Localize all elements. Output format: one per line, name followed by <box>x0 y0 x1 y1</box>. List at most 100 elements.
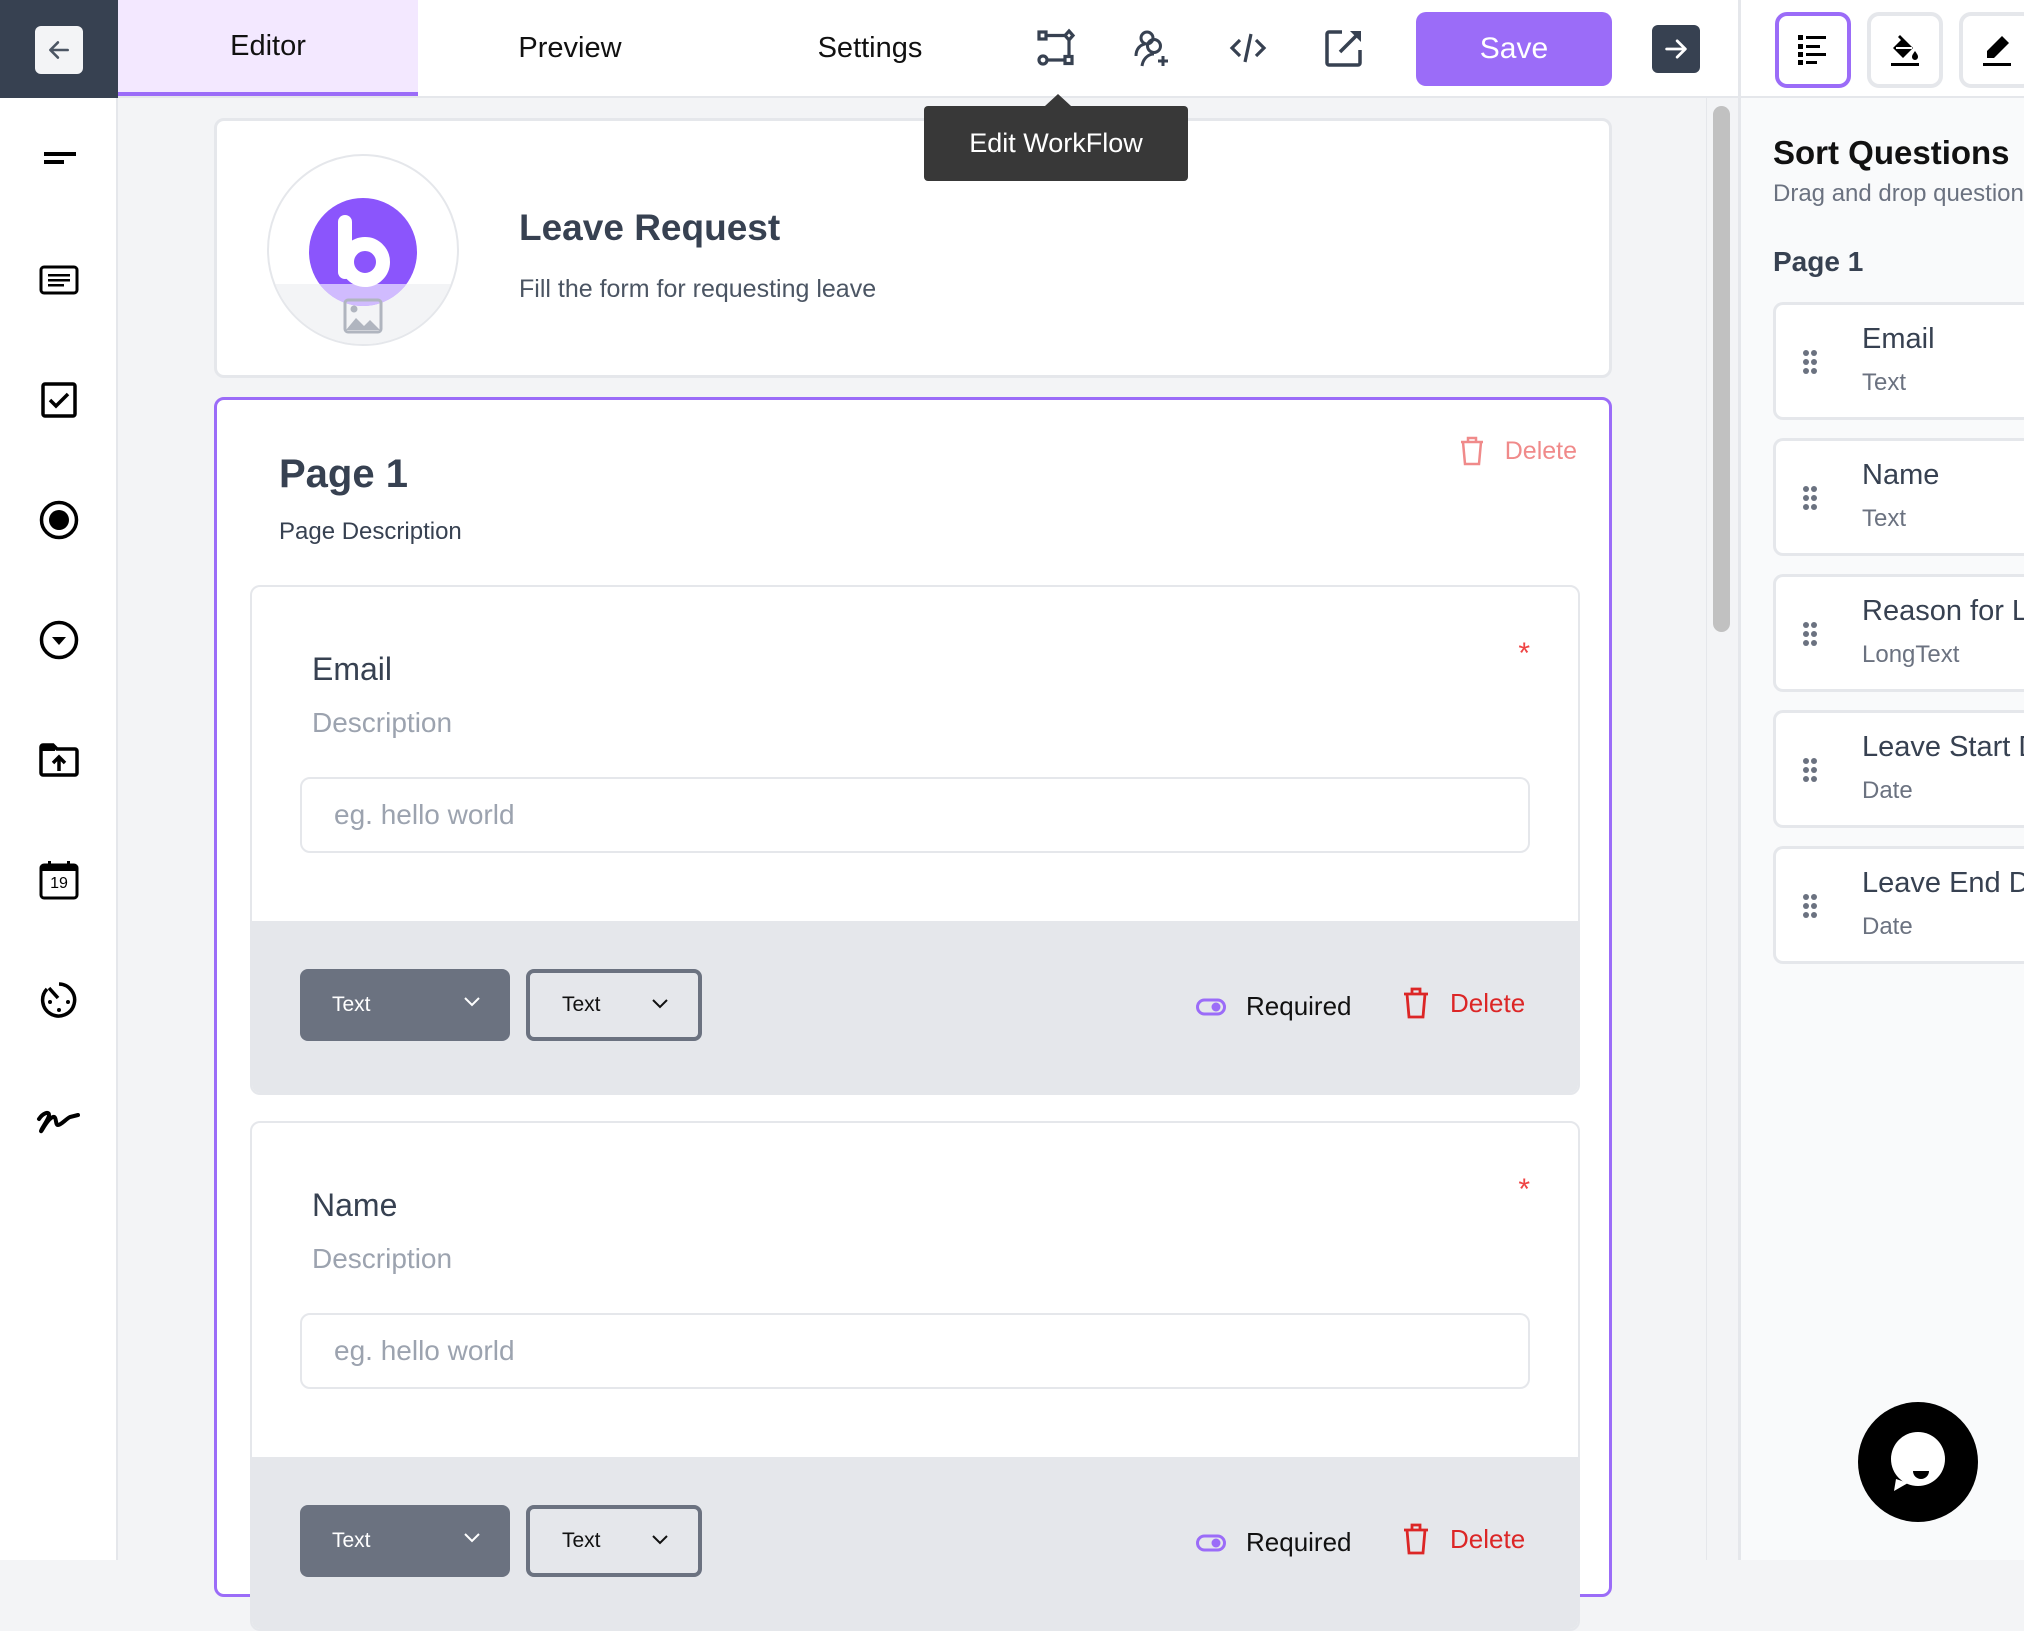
question-title[interactable]: Name <box>312 1187 397 1224</box>
required-toggle[interactable]: Required <box>1196 1527 1352 1558</box>
question-card[interactable]: Name Description * eg. hello world Text … <box>250 1121 1580 1631</box>
tooltip: Edit WorkFlow <box>924 94 1188 181</box>
sortable-question-type: Date <box>1862 777 1913 804</box>
delete-question-label: Delete <box>1450 987 1526 1018</box>
page-description[interactable]: Page Description <box>279 518 462 546</box>
delete-question-button[interactable]: Delete <box>1402 987 1525 1019</box>
timer-icon <box>39 980 79 1020</box>
panel-title: Sort Questions <box>1773 134 2010 171</box>
question-title[interactable]: Email <box>312 651 392 688</box>
chevron-down-icon <box>462 1531 482 1545</box>
sortable-question-name: Leave End Date <box>1862 867 2024 899</box>
drag-handle-icon[interactable] <box>1802 893 1818 919</box>
checkbox-icon <box>41 382 77 418</box>
arrow-left-icon <box>46 37 72 63</box>
paint-bucket-icon <box>1888 33 1922 67</box>
drag-handle-icon[interactable] <box>1802 485 1818 511</box>
drag-handle-icon[interactable] <box>1802 349 1818 375</box>
palette-date[interactable]: 19 <box>35 856 83 904</box>
delete-page-button[interactable]: Delete <box>1459 436 1577 466</box>
question-description[interactable]: Description <box>312 1243 452 1275</box>
form-logo[interactable] <box>267 154 459 346</box>
back-area <box>0 0 118 98</box>
tab-preview[interactable]: Preview <box>420 0 720 96</box>
sortable-question[interactable]: Email Text <box>1773 302 2024 420</box>
required-toggle[interactable]: Required <box>1196 991 1352 1022</box>
workflow-icon <box>1036 28 1076 68</box>
form-header-card: Leave Request Fill the form for requesti… <box>214 118 1612 378</box>
chat-support-button[interactable] <box>1858 1402 1978 1522</box>
input-format-value: Text <box>562 1529 601 1552</box>
back-button[interactable] <box>35 26 83 74</box>
sortable-question[interactable]: Leave Start Date Date <box>1773 710 2024 828</box>
sortable-question-name: Reason for Leave <box>1862 595 2024 627</box>
form-description[interactable]: Fill the form for requesting leave <box>519 275 876 304</box>
sortable-question-type: Text <box>1862 369 1907 396</box>
field-palette: 19 <box>0 0 118 1560</box>
chat-bubble-icon <box>1888 1431 1948 1493</box>
calendar-day: 19 <box>50 875 68 892</box>
code-icon <box>1228 28 1268 68</box>
list-icon <box>1796 33 1830 67</box>
theme-tab[interactable] <box>1867 12 1943 88</box>
drag-handle-icon[interactable] <box>1802 757 1818 783</box>
open-external-button[interactable] <box>1318 22 1370 74</box>
radio-icon <box>39 500 79 540</box>
question-type-select[interactable]: Text <box>300 969 510 1041</box>
sortable-question[interactable]: Reason for Leave LongText <box>1773 574 2024 692</box>
save-button[interactable]: Save <box>1416 12 1612 86</box>
input-format-value: Text <box>562 993 601 1016</box>
dropdown-icon <box>39 620 79 660</box>
required-marker: * <box>1518 637 1530 670</box>
tab-settings[interactable]: Settings <box>720 0 1020 96</box>
panel-toolbar <box>1741 0 2024 98</box>
share-users-button[interactable] <box>1126 22 1178 74</box>
palette-checkbox[interactable] <box>35 376 83 424</box>
answer-input[interactable]: eg. hello world <box>300 777 1530 853</box>
answer-input[interactable]: eg. hello world <box>300 1313 1530 1389</box>
sortable-question[interactable]: Leave End Date Date <box>1773 846 2024 964</box>
file-upload-icon <box>39 743 79 777</box>
sortable-question[interactable]: Name Text <box>1773 438 2024 556</box>
external-link-icon <box>1324 28 1364 68</box>
input-format-select[interactable]: Text <box>526 969 702 1041</box>
brand-logo-icon <box>309 198 417 306</box>
trash-icon <box>1402 1523 1430 1555</box>
delete-question-label: Delete <box>1450 1523 1526 1554</box>
question-description[interactable]: Description <box>312 707 452 739</box>
palette-short-text[interactable] <box>35 136 83 184</box>
tab-editor[interactable]: Editor <box>118 0 418 96</box>
embed-code-button[interactable] <box>1222 22 1274 74</box>
required-label: Required <box>1246 991 1352 1021</box>
signature-icon <box>35 1105 83 1135</box>
drag-handle-icon[interactable] <box>1802 621 1818 647</box>
palette-signature[interactable] <box>35 1096 83 1144</box>
palette-long-text[interactable] <box>35 256 83 304</box>
canvas-scrollbar-thumb[interactable] <box>1713 106 1730 632</box>
edit-tab[interactable] <box>1959 12 2024 88</box>
required-label: Required <box>1246 1527 1352 1557</box>
question-type-value: Text <box>332 993 371 1016</box>
sort-questions-tab[interactable] <box>1775 12 1851 88</box>
chevron-down-icon <box>650 1533 670 1547</box>
question-card[interactable]: Email Description * eg. hello world Text… <box>250 585 1580 1095</box>
required-marker: * <box>1518 1173 1530 1206</box>
sortable-question-name: Name <box>1862 459 1940 491</box>
delete-question-button[interactable]: Delete <box>1402 1523 1525 1555</box>
sortable-question-type: Text <box>1862 505 1907 532</box>
question-type-select[interactable]: Text <box>300 1505 510 1577</box>
sortable-question-type: Date <box>1862 913 1913 940</box>
question-toolbar: Text Text Required Delete <box>252 921 1578 1093</box>
question-toolbar: Text Text Required Delete <box>252 1457 1578 1629</box>
palette-file-upload[interactable] <box>35 736 83 784</box>
collapse-panel-button[interactable] <box>1652 25 1700 73</box>
page-title[interactable]: Page 1 <box>279 452 408 497</box>
form-title[interactable]: Leave Request <box>519 207 780 249</box>
edit-workflow-button[interactable] <box>1030 22 1082 74</box>
palette-dropdown[interactable] <box>35 616 83 664</box>
input-format-select[interactable]: Text <box>526 1505 702 1577</box>
palette-radio[interactable] <box>35 496 83 544</box>
long-text-icon <box>39 265 79 295</box>
arrow-right-icon <box>1662 35 1690 63</box>
palette-time[interactable] <box>35 976 83 1024</box>
